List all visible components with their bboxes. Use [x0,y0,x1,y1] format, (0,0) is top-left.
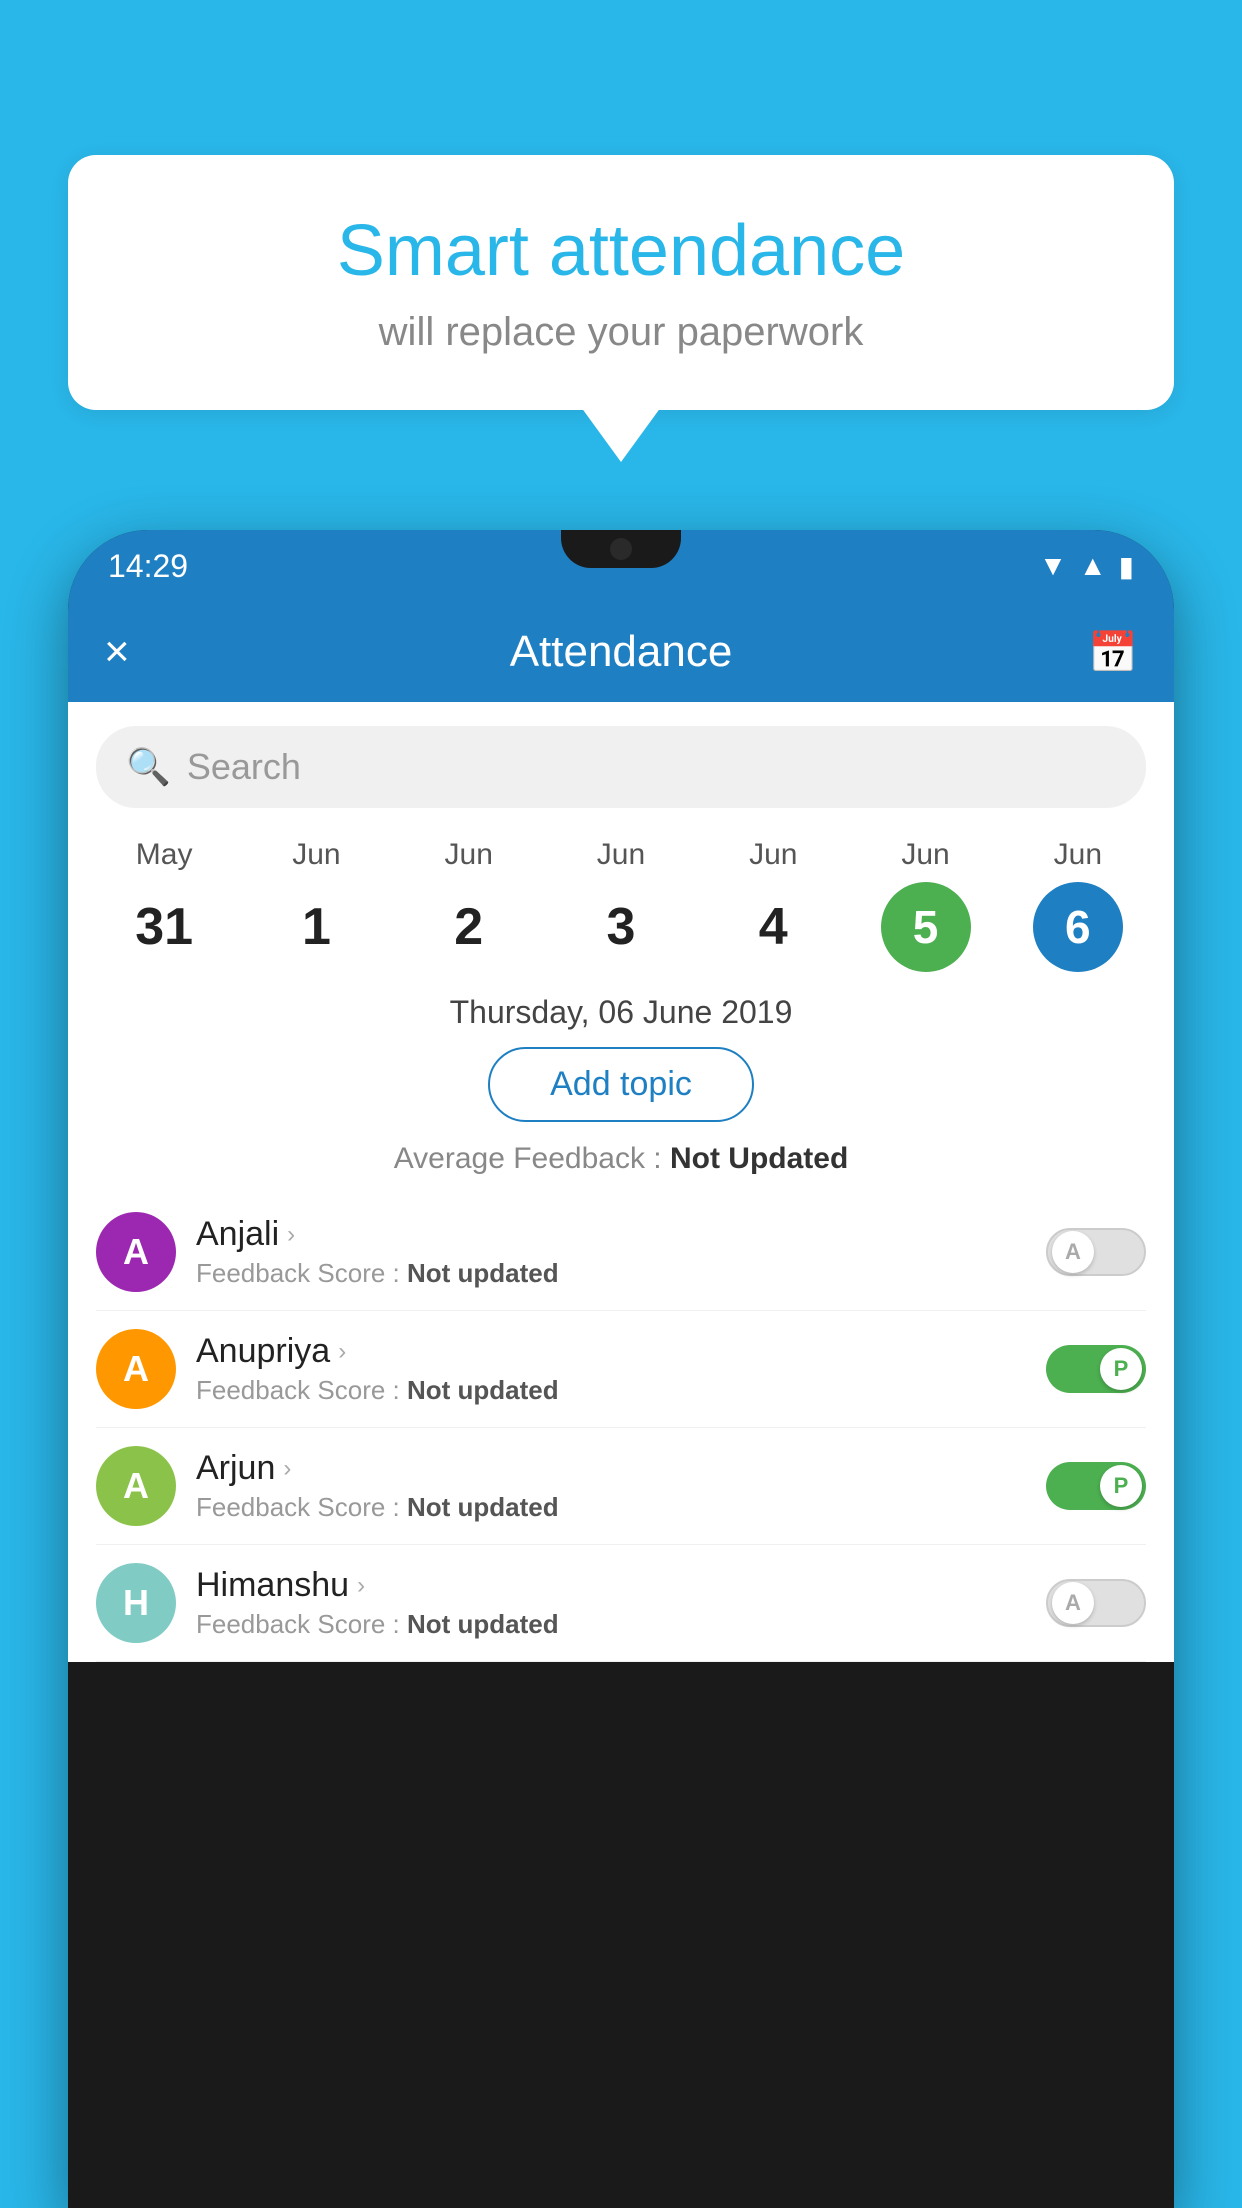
chevron-icon: › [338,1338,346,1366]
cal-date-label: 4 [728,882,818,972]
close-button[interactable]: × [104,630,130,674]
avatar: H [96,1563,176,1643]
student-feedback: Feedback Score : Not updated [196,1609,1026,1640]
student-info: Himanshu › Feedback Score : Not updated [196,1566,1026,1640]
cal-day-0[interactable]: May 31 [104,838,224,972]
attendance-toggle[interactable]: A [1046,1228,1146,1276]
phone-frame: 14:29 ▼ ▲ ▮ × Attendance 📅 🔍 Search May 3… [68,530,1174,2208]
toggle-knob: P [1100,1348,1142,1390]
student-name: Anjali › [196,1215,1026,1254]
cal-day-1[interactable]: Jun 1 [256,838,376,972]
student-name: Arjun › [196,1449,1026,1488]
cal-day-2[interactable]: Jun 2 [409,838,529,972]
cal-month-label: Jun [749,838,797,872]
avatar: A [96,1329,176,1409]
app-bar: × Attendance 📅 [68,602,1174,702]
cal-day-5[interactable]: Jun 5 [866,838,986,972]
phone-notch [561,530,681,568]
toggle-knob: P [1100,1465,1142,1507]
cal-month-label: Jun [901,838,949,872]
calendar-icon[interactable]: 📅 [1088,629,1138,676]
student-feedback: Feedback Score : Not updated [196,1375,1026,1406]
signal-icon: ▲ [1079,550,1107,582]
attendance-toggle[interactable]: A [1046,1579,1146,1627]
toggle-knob: A [1052,1582,1094,1624]
cal-date-label: 6 [1033,882,1123,972]
student-item[interactable]: A Anjali › Feedback Score : Not updated A [96,1194,1146,1311]
avg-feedback-value: Not Updated [670,1142,848,1175]
avg-feedback: Average Feedback : Not Updated [68,1142,1174,1176]
search-bar[interactable]: 🔍 Search [96,726,1146,808]
battery-icon: ▮ [1119,550,1134,583]
student-item[interactable]: A Arjun › Feedback Score : Not updated P [96,1428,1146,1545]
cal-month-label: Jun [292,838,340,872]
search-input[interactable]: Search [187,746,301,788]
app-bar-title: Attendance [510,627,733,677]
cal-date-label: 5 [881,882,971,972]
status-time: 14:29 [108,548,188,585]
attendance-toggle[interactable]: P [1046,1462,1146,1510]
chevron-icon: › [283,1455,291,1483]
status-icons: ▼ ▲ ▮ [1039,550,1134,583]
student-feedback: Feedback Score : Not updated [196,1258,1026,1289]
cal-date-label: 2 [424,882,514,972]
wifi-icon: ▼ [1039,550,1067,582]
avg-feedback-label: Average Feedback : [394,1142,662,1175]
student-info: Arjun › Feedback Score : Not updated [196,1449,1026,1523]
bubble-subtitle: will replace your paperwork [128,310,1114,355]
cal-month-label: Jun [445,838,493,872]
cal-day-4[interactable]: Jun 4 [713,838,833,972]
bubble-title: Smart attendance [128,210,1114,292]
selected-date-label: Thursday, 06 June 2019 [68,994,1174,1031]
student-feedback: Feedback Score : Not updated [196,1492,1026,1523]
avatar: A [96,1446,176,1526]
student-item[interactable]: A Anupriya › Feedback Score : Not updated P [96,1311,1146,1428]
content-area: 🔍 Search May 31 Jun 1 Jun 2 Jun 3 Jun 4 Jun 5 Jun 6 T… [68,702,1174,1662]
cal-date-label: 3 [576,882,666,972]
chevron-icon: › [357,1572,365,1600]
calendar-strip: May 31 Jun 1 Jun 2 Jun 3 Jun 4 Jun 5 Jun 6 [68,828,1174,972]
cal-month-label: Jun [1054,838,1102,872]
student-info: Anjali › Feedback Score : Not updated [196,1215,1026,1289]
avatar: A [96,1212,176,1292]
student-list: AAnjali ›Feedback Score : Not updatedAAA… [68,1194,1174,1662]
attendance-toggle[interactable]: P [1046,1345,1146,1393]
cal-day-6[interactable]: Jun 6 [1018,838,1138,972]
search-icon: 🔍 [126,746,171,788]
cal-month-label: Jun [597,838,645,872]
add-topic-button[interactable]: Add topic [488,1047,754,1122]
camera [610,538,632,560]
student-name: Anupriya › [196,1332,1026,1371]
cal-month-label: May [136,838,193,872]
toggle-knob: A [1052,1231,1094,1273]
student-item[interactable]: H Himanshu › Feedback Score : Not updated A [96,1545,1146,1662]
speech-bubble: Smart attendance will replace your paper… [68,155,1174,410]
student-info: Anupriya › Feedback Score : Not updated [196,1332,1026,1406]
chevron-icon: › [287,1221,295,1249]
cal-day-3[interactable]: Jun 3 [561,838,681,972]
student-name: Himanshu › [196,1566,1026,1605]
cal-date-label: 1 [271,882,361,972]
cal-date-label: 31 [119,882,209,972]
